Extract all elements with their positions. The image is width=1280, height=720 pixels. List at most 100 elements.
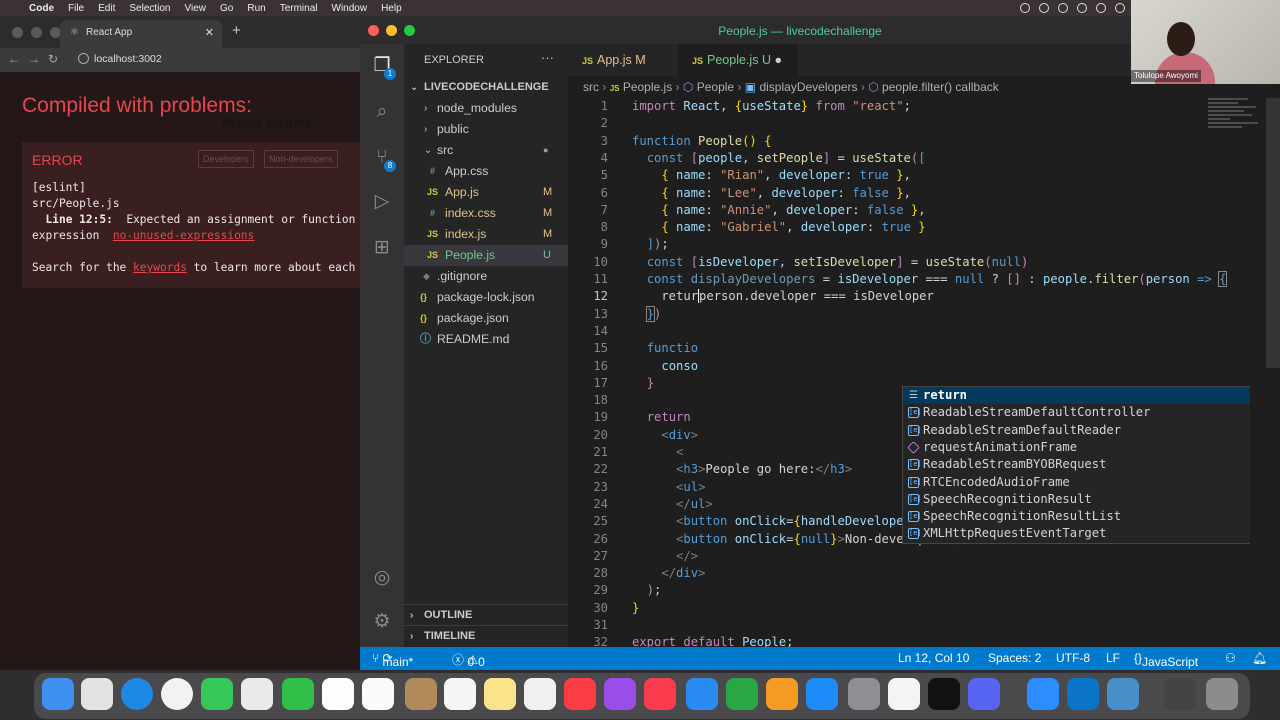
suggestion-item[interactable]: [e] ReadableStreamDefaultController [903, 404, 1250, 421]
code-editor[interactable]: 1 2 3 4 5 6 7 8 9 10 11 12 13 14 15 16 17 18 19 20 21 22 23 24 2… [568, 98, 1250, 647]
more-actions-icon[interactable]: ··· [541, 50, 554, 65]
podcasts-icon[interactable] [604, 678, 636, 710]
breadcrumb-item[interactable]: People [697, 80, 734, 94]
tree-item-src[interactable]: ⌄ src ● [404, 140, 568, 161]
branch-status[interactable]: ⑂ main* ⟳ [372, 651, 413, 669]
app-store-icon[interactable] [806, 678, 838, 710]
encoding[interactable]: UTF-8 [1056, 651, 1090, 665]
numbers-icon[interactable] [726, 678, 758, 710]
launchpad-icon[interactable] [81, 678, 113, 710]
terminal-icon[interactable] [928, 678, 960, 710]
finder-icon[interactable] [42, 678, 74, 710]
suggestion-item[interactable]: ☰returnreturn [903, 387, 1250, 405]
tray-icon[interactable] [1096, 3, 1106, 13]
tree-item-package-json[interactable]: {} package.json [404, 308, 568, 329]
account-icon[interactable]: ◎ [370, 566, 394, 590]
facetime-icon[interactable] [282, 678, 314, 710]
breadcrumb-item[interactable]: People.js [623, 80, 672, 94]
line-ending[interactable]: LF [1106, 651, 1120, 665]
explorer-icon[interactable]: ❐ 1 [370, 54, 396, 80]
maps-icon[interactable] [241, 678, 273, 710]
breadcrumb-item[interactable]: src [583, 80, 599, 94]
run-debug-icon[interactable]: ▷ [370, 190, 394, 214]
indentation[interactable]: Spaces: 2 [988, 651, 1041, 665]
tray-icon[interactable] [1020, 3, 1030, 13]
quicktime-icon[interactable] [1107, 678, 1139, 710]
tree-item-gitignore[interactable]: ◆ .gitignore [404, 266, 568, 287]
chrome-icon[interactable] [161, 678, 193, 710]
timeline-section[interactable]: › TIMELINE [404, 625, 568, 646]
zoom-icon[interactable] [1027, 678, 1059, 710]
suggestion-item[interactable]: [e] ReadableStreamDefaultReader [903, 422, 1250, 439]
close-icon[interactable]: ✕ [205, 26, 214, 39]
suggestion-item[interactable]: requestAnimationFrame [903, 439, 1250, 456]
vscode-icon[interactable] [1067, 678, 1099, 710]
notes-icon[interactable] [484, 678, 516, 710]
music-icon[interactable] [564, 678, 596, 710]
menu-selection[interactable]: Selection [122, 3, 177, 14]
keywords-link[interactable]: keywords [133, 261, 187, 274]
menu-help[interactable]: Help [374, 3, 409, 14]
feedback-icon[interactable]: ⚇ [1225, 651, 1236, 665]
reminders-icon[interactable] [444, 678, 476, 710]
outline-section[interactable]: › OUTLINE [404, 604, 568, 625]
close-dot[interactable] [12, 27, 23, 38]
menu-go[interactable]: Go [213, 3, 240, 14]
menu-window[interactable]: Window [325, 3, 375, 14]
freeform-icon[interactable] [524, 678, 556, 710]
browser-tab[interactable]: ⚛ React App ✕ [60, 20, 222, 48]
suggestion-item[interactable]: [e] XMLHttpRequestEventTarget [903, 525, 1250, 542]
tree-item-public[interactable]: › public [404, 119, 568, 140]
calendar-icon[interactable] [362, 678, 394, 710]
extensions-icon[interactable]: ⊞ [370, 236, 394, 260]
source-control-icon[interactable]: ⑂ 8 [370, 146, 396, 172]
tree-item-people-js[interactable]: JS People.js U [404, 245, 568, 266]
safari-icon[interactable] [121, 678, 153, 710]
project-folder[interactable]: ⌄ LIVECODECHALLENGE [404, 77, 568, 98]
suggestion-item[interactable]: [e] SpeechRecognitionResultList [903, 508, 1250, 525]
eslint-rule-link[interactable]: no-unused-expressions [113, 229, 254, 242]
menu-app[interactable]: Code [22, 3, 61, 14]
unsaved-dot[interactable]: ● [774, 53, 782, 67]
url-field[interactable]: localhost:3002 [94, 53, 162, 65]
system-settings-icon[interactable] [848, 678, 880, 710]
cursor-position[interactable]: Ln 12, Col 10 [898, 651, 969, 665]
tree-item-readme[interactable]: ⓘ README.md [404, 329, 568, 350]
discord-icon[interactable] [968, 678, 1000, 710]
tab-app-js[interactable]: JS App.js M [568, 44, 678, 76]
screenshot-icon[interactable] [1164, 678, 1196, 710]
nav-arrows-icon[interactable]: ←→↻ [8, 52, 66, 66]
tree-item-index-js[interactable]: JS index.js M [404, 224, 568, 245]
minimap[interactable] [1208, 98, 1266, 158]
tree-item-app-css[interactable]: # App.css [404, 161, 568, 182]
wifi-icon[interactable] [1115, 3, 1125, 13]
suggestion-item[interactable]: [e] ReadableStreamBYOBRequest [903, 456, 1250, 473]
tree-item-node-modules[interactable]: › node_modules [404, 98, 568, 119]
breadcrumb-item[interactable]: displayDevelopers [759, 80, 857, 94]
suggestion-item[interactable]: [e] SpeechRecognitionResult [903, 491, 1250, 508]
messages-icon[interactable] [201, 678, 233, 710]
info-icon[interactable] [78, 53, 89, 64]
tree-item-index-css[interactable]: # index.css M [404, 203, 568, 224]
bell-icon[interactable]: 🔔︎ [1252, 651, 1267, 665]
tray-icon[interactable] [1058, 3, 1068, 13]
trash-icon[interactable] [1206, 678, 1238, 710]
suggestion-item[interactable]: [e] RTCEncodedAudioFrame [903, 474, 1250, 491]
tab-people-js[interactable]: JS People.js U ● [678, 44, 798, 76]
contacts-icon[interactable] [405, 678, 437, 710]
minimize-dot[interactable] [31, 27, 42, 38]
new-tab-icon[interactable]: + [232, 22, 241, 39]
vertical-scrollbar[interactable] [1266, 98, 1280, 368]
menu-view[interactable]: View [178, 3, 214, 14]
settings-gear-icon[interactable]: ⚙ [370, 610, 394, 634]
breadcrumb-item[interactable]: people.filter() callback [882, 80, 999, 94]
language-mode[interactable]: {} JavaScript [1134, 651, 1198, 669]
tree-item-app-js[interactable]: JS App.js M [404, 182, 568, 203]
keynote-icon[interactable] [686, 678, 718, 710]
problems-status[interactable]: ⓧ 0 ⚠ 0 [452, 651, 485, 669]
photos-icon[interactable] [322, 678, 354, 710]
news-icon[interactable] [644, 678, 676, 710]
search-icon[interactable]: ⌕ [370, 100, 394, 124]
menu-edit[interactable]: Edit [91, 3, 122, 14]
menu-terminal[interactable]: Terminal [273, 3, 325, 14]
